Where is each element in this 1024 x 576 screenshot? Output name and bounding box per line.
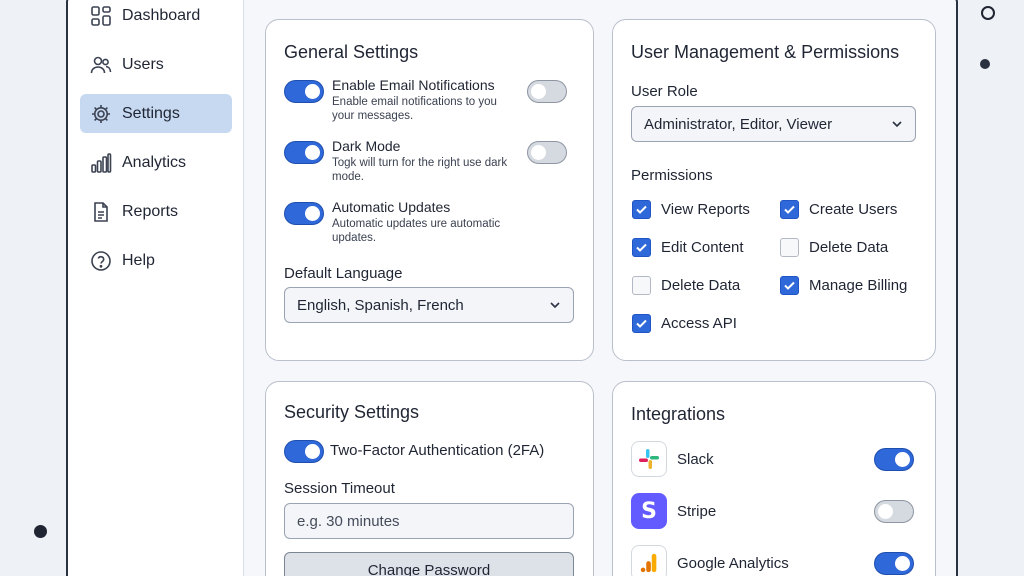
select-value: Administrator, Editor, Viewer <box>644 115 833 133</box>
checkmark-icon <box>636 205 647 214</box>
dark-mode-secondary-toggle[interactable] <box>527 141 567 164</box>
permission-label: Edit Content <box>661 239 744 256</box>
default-language-select[interactable]: English, Spanish, French <box>284 287 574 323</box>
change-password-button[interactable]: Change Password <box>284 552 574 576</box>
email-notifications-toggle[interactable] <box>284 80 324 103</box>
sidebar-item-label: Reports <box>122 202 179 220</box>
permissions-label: Permissions <box>631 167 713 184</box>
decorative-ring <box>981 6 995 20</box>
google-analytics-icon <box>631 545 667 576</box>
sidebar: Dashboard Users Settings Analytics Repor… <box>68 0 244 576</box>
permission-label: Access API <box>661 315 737 332</box>
permission-label: Create Users <box>809 201 898 218</box>
delete-data-checkbox[interactable] <box>780 238 799 257</box>
delete-data-checkbox-2[interactable] <box>632 276 651 295</box>
slack-toggle[interactable] <box>874 448 914 471</box>
access-api-checkbox[interactable] <box>632 314 651 333</box>
sidebar-item-label: Settings <box>122 104 180 122</box>
sidebar-item-users[interactable]: Users <box>80 45 232 84</box>
option-description: Automatic updates ure automatic updates. <box>332 218 501 244</box>
chevron-down-icon <box>892 121 902 128</box>
sidebar-item-reports[interactable]: Reports <box>80 192 232 231</box>
card-title: General Settings <box>284 42 419 62</box>
permission-label: Manage Billing <box>809 277 908 294</box>
automatic-updates-toggle[interactable] <box>284 202 324 225</box>
checkmark-icon <box>636 319 647 328</box>
sidebar-item-help[interactable]: Help <box>80 241 232 280</box>
sidebar-item-label: Help <box>122 251 155 269</box>
decorative-dot <box>980 59 990 69</box>
document-icon <box>90 201 112 223</box>
permission-label: Delete Data <box>661 277 741 294</box>
integration-name: Slack <box>677 451 714 468</box>
sidebar-item-label: Analytics <box>122 153 187 171</box>
chevron-down-icon <box>550 302 560 309</box>
security-settings-card: Security Settings Two-Factor Authenticat… <box>265 381 594 576</box>
permission-label: Delete Data <box>809 239 889 256</box>
sidebar-item-dashboard[interactable]: Dashboard <box>80 0 232 35</box>
dashboard-icon <box>90 5 112 27</box>
input-placeholder: e.g. 30 minutes <box>297 512 400 530</box>
option-description: Enable email notifications to you your m… <box>332 96 497 122</box>
sidebar-item-analytics[interactable]: Analytics <box>80 143 232 182</box>
card-title: User Management & Permissions <box>631 42 900 62</box>
two-factor-label: Two-Factor Authentication (2FA) <box>330 442 545 459</box>
gear-icon <box>90 103 112 125</box>
two-factor-toggle[interactable] <box>284 440 324 463</box>
card-title: Security Settings <box>284 402 420 422</box>
app-window: Dashboard Users Settings Analytics Repor… <box>66 0 958 576</box>
view-reports-checkbox[interactable] <box>632 200 651 219</box>
dark-mode-toggle[interactable] <box>284 141 324 164</box>
card-title: Integrations <box>631 404 726 424</box>
option-title: Enable Email Notifications <box>332 77 495 93</box>
slack-icon <box>631 441 667 477</box>
stripe-toggle[interactable] <box>874 500 914 523</box>
checkmark-icon <box>784 205 795 214</box>
create-users-checkbox[interactable] <box>780 200 799 219</box>
default-language-label: Default Language <box>284 265 403 282</box>
button-label: Change Password <box>367 561 491 576</box>
session-timeout-input[interactable]: e.g. 30 minutes <box>284 503 574 539</box>
option-description: Togk will turn for the right use dark mo… <box>332 157 508 183</box>
stripe-icon: S <box>631 493 667 529</box>
select-value: English, Spanish, French <box>297 296 464 314</box>
sidebar-item-label: Users <box>122 55 164 73</box>
checkmark-icon <box>784 281 795 290</box>
session-timeout-label: Session Timeout <box>284 480 395 497</box>
integration-name: Stripe <box>677 503 717 520</box>
decorative-dot <box>34 525 47 538</box>
email-notifications-secondary-toggle[interactable] <box>527 80 567 103</box>
option-title: Automatic Updates <box>332 199 451 215</box>
analytics-icon <box>90 152 112 174</box>
google-analytics-toggle[interactable] <box>874 552 914 575</box>
users-icon <box>90 54 112 76</box>
user-role-select[interactable]: Administrator, Editor, Viewer <box>631 106 916 142</box>
sidebar-item-label: Dashboard <box>122 6 201 24</box>
integrations-card: Integrations Slack S Stripe Google Analy… <box>612 381 936 576</box>
sidebar-item-settings[interactable]: Settings <box>80 94 232 133</box>
integration-name: Google Analytics <box>677 555 789 572</box>
manage-billing-checkbox[interactable] <box>780 276 799 295</box>
edit-content-checkbox[interactable] <box>632 238 651 257</box>
user-management-card: User Management & Permissions User Role … <box>612 19 936 361</box>
permission-label: View Reports <box>661 201 750 218</box>
user-role-label: User Role <box>631 83 698 100</box>
checkmark-icon <box>636 243 647 252</box>
general-settings-card: General Settings Enable Email Notificati… <box>265 19 594 361</box>
option-title: Dark Mode <box>332 138 401 154</box>
help-icon <box>90 250 112 272</box>
